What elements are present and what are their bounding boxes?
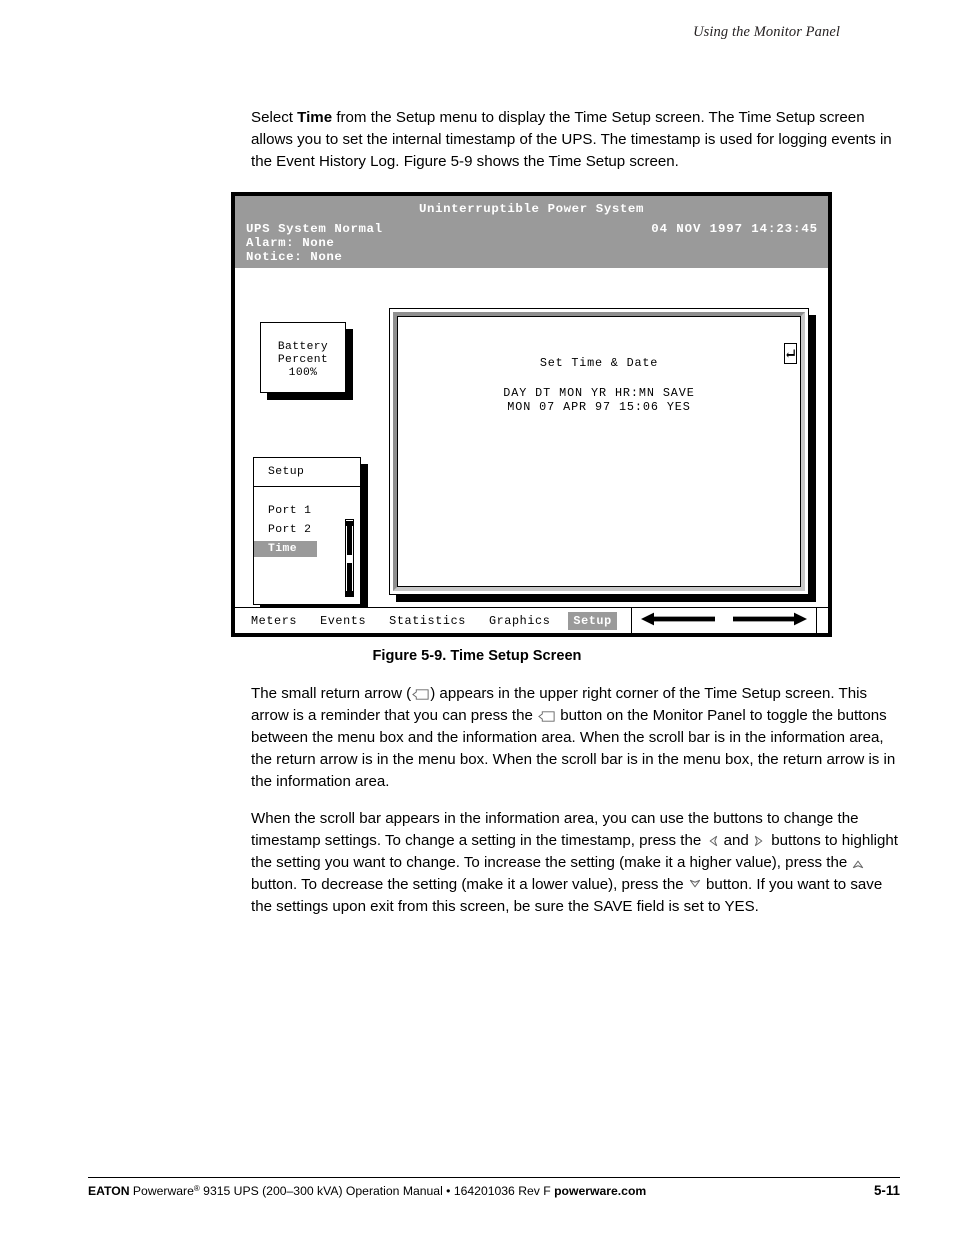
status-system-state: UPS System Normal [246, 222, 383, 236]
bottom-tab-bar: Meters Events Statistics Graphics Setup [235, 607, 828, 633]
status-alarm: Alarm: None [246, 236, 335, 250]
information-area: Set Time & Date DAY DT MON YR HR:MN SAVE… [389, 308, 809, 595]
tab-events[interactable]: Events [315, 612, 371, 630]
intro-text-a: Select [251, 109, 298, 126]
figure-caption: Figure 5-9. Time Setup Screen [372, 648, 582, 664]
arrow-left-icon [706, 835, 718, 847]
intro-text-b: from the Setup menu to display the Time … [251, 109, 892, 171]
return-arrow-icon [412, 689, 429, 700]
information-area-field: Set Time & Date DAY DT MON YR HR:MN SAVE… [397, 316, 801, 587]
setup-menu-title: Setup [254, 458, 360, 487]
footer-website[interactable]: powerware.com [554, 1184, 646, 1198]
arrow-right-icon[interactable] [732, 612, 807, 630]
battery-percent-box: Battery Percent 100% [260, 322, 346, 393]
ups-screen-inner: Uninterruptible Power System UPS System … [235, 196, 828, 633]
menu-item-port-1[interactable]: Port 1 [254, 503, 317, 519]
footer-rule [88, 1177, 900, 1179]
time-table-headers: DAY DT MON YR HR:MN SAVE [503, 386, 695, 400]
scrollbar-up-arrow-icon[interactable] [346, 520, 353, 526]
tab-setup[interactable]: Setup [568, 611, 617, 630]
arrow-left-icon[interactable] [640, 612, 715, 630]
arrow-right-icon [754, 835, 766, 847]
scrollbar-down-arrow-icon[interactable] [346, 590, 353, 596]
scrollbar-paragraph: When the scroll bar appears in the infor… [251, 808, 901, 918]
intro-bold-time: Time [297, 109, 333, 126]
footer-text: EATON Powerware® 9315 UPS (200–300 kVA) … [88, 1184, 646, 1198]
menu-scrollbar[interactable] [345, 519, 354, 597]
return-arrow-paragraph: The small return arrow () appears in the… [251, 683, 901, 793]
tab-group: Meters Events Statistics Graphics Setup [235, 608, 617, 633]
scroll-text-b: and [719, 832, 754, 850]
status-notice: Notice: None [246, 250, 343, 264]
battery-label-line1: Battery [277, 341, 329, 353]
tab-statistics[interactable]: Statistics [384, 612, 471, 630]
footer-brand: EATON [88, 1184, 130, 1198]
time-table-values[interactable]: MON 07 APR 97 15:06 YES [398, 400, 800, 415]
navigation-arrow-group [630, 608, 817, 633]
time-setup-table: DAY DT MON YR HR:MN SAVE MON 07 APR 97 1… [398, 386, 800, 415]
battery-label-line2: Percent [277, 354, 329, 367]
footer-product-b: 9315 UPS (200–300 kVA) Operation Manual … [199, 1184, 555, 1198]
status-datetime: 04 NOV 1997 14:23:45 [651, 222, 818, 236]
intro-paragraph: Select Time from the Setup menu to displ… [251, 107, 901, 173]
status-band: Uninterruptible Power System UPS System … [235, 196, 828, 268]
screen-title: Uninterruptible Power System [419, 202, 644, 216]
arrow-text-a: The small return arrow ( [251, 685, 412, 702]
menu-item-port-2[interactable]: Port 2 [254, 522, 317, 538]
arrow-up-icon [852, 857, 864, 869]
tab-bar-spare-cell [817, 608, 828, 633]
return-arrow-icon[interactable] [784, 343, 797, 364]
setup-menu-box[interactable]: Setup Port 1 Port 2 Time [253, 457, 361, 605]
information-area-bevel: Set Time & Date DAY DT MON YR HR:MN SAVE… [393, 312, 805, 591]
menu-item-time[interactable]: Time [254, 541, 317, 557]
ups-monitor-screen-figure: Uninterruptible Power System UPS System … [231, 192, 832, 637]
footer-product-a: Powerware [129, 1184, 194, 1198]
arrow-down-icon [689, 879, 701, 891]
running-head: Using the Monitor Panel [693, 24, 840, 40]
page-number: 5-11 [873, 1183, 900, 1198]
tab-graphics[interactable]: Graphics [484, 612, 555, 630]
tab-meters[interactable]: Meters [246, 612, 302, 630]
scrollbar-track-upper [347, 521, 352, 555]
scroll-text-d: button. To decrease the setting (make it… [251, 876, 688, 894]
battery-percent-value: 100% [288, 367, 318, 380]
set-time-date-title: Set Time & Date [539, 356, 659, 370]
return-arrow-icon [538, 711, 555, 722]
